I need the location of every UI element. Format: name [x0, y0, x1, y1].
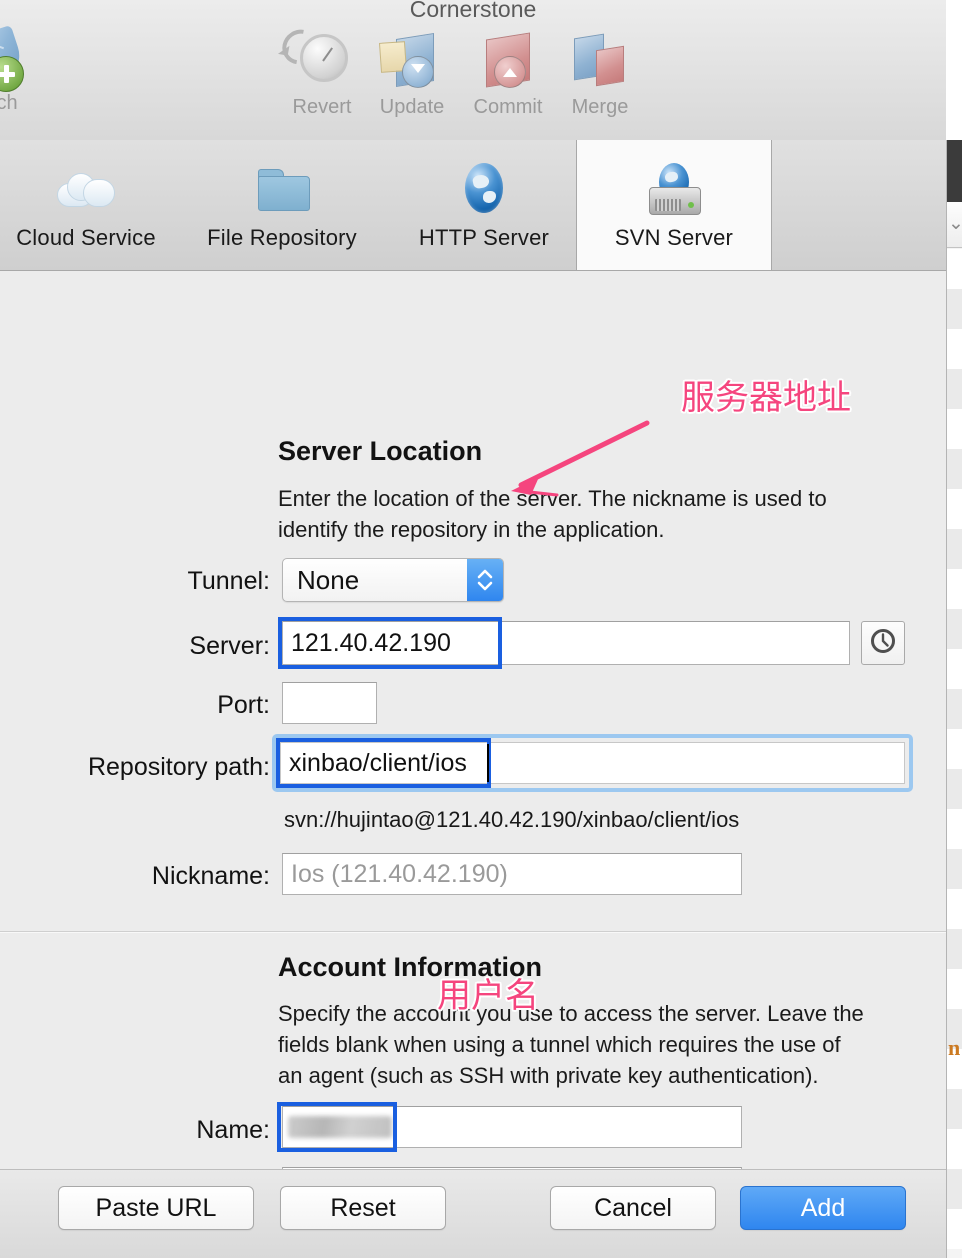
table-row — [947, 369, 962, 409]
cloud-icon — [49, 159, 123, 217]
table-row — [947, 449, 962, 489]
text-caret — [487, 744, 489, 782]
repository-type-tabbar: Cloud Service File Repository HTTP Serve… — [0, 140, 946, 271]
toolbar-item-update[interactable]: Update — [364, 30, 460, 119]
table-row — [947, 609, 962, 649]
table-row — [947, 929, 962, 969]
tab-label: File Repository — [207, 225, 357, 250]
revert-clock-icon — [274, 22, 370, 92]
sheet-footer: Paste URL Reset Cancel Add — [0, 1169, 946, 1258]
tab-label: HTTP Server — [418, 225, 550, 250]
table-row — [947, 729, 962, 769]
section-divider — [0, 931, 946, 933]
server-history-button[interactable] — [861, 621, 905, 665]
tunnel-label: Tunnel: — [187, 567, 270, 595]
repository-url-preview: svn://hujintao@121.40.42.190/xinbao/clie… — [284, 807, 740, 832]
toolbar-item-branch[interactable]: anch — [0, 24, 44, 115]
nickname-placeholder: Ios (121.40.42.190) — [291, 859, 508, 888]
table-row — [947, 809, 962, 849]
background-table-rows — [947, 249, 962, 1258]
name-label: Name: — [196, 1116, 270, 1144]
reset-button[interactable]: Reset — [280, 1186, 446, 1230]
toolbar-item-revert[interactable]: Revert — [274, 22, 370, 119]
table-row — [947, 769, 962, 809]
tunnel-value: None — [297, 564, 360, 595]
account-description-line2: fields blank when using a tunnel which r… — [278, 1032, 841, 1057]
toolbar-item-merge[interactable]: Merge — [552, 30, 648, 119]
background-window-titlebar — [947, 140, 962, 202]
server-location-heading: Server Location — [278, 436, 483, 466]
server-location-description-line1: Enter the location of the server. The ni… — [278, 486, 827, 511]
background-window: ⌄ n — [946, 140, 962, 1258]
toolbar-item-label: Revert — [292, 96, 352, 118]
tab-http-server[interactable]: HTTP Server — [392, 140, 576, 270]
table-row — [947, 1089, 962, 1129]
paste-url-button[interactable]: Paste URL — [58, 1186, 254, 1230]
server-location-description-line2: identify the repository in the applicati… — [278, 517, 665, 542]
nickname-label: Nickname: — [151, 862, 270, 890]
toolbar-item-label: Commit — [473, 96, 543, 118]
server-value: 121.40.42.190 — [291, 628, 451, 657]
repository-path-input[interactable]: xinbao/client/ios — [280, 742, 905, 784]
nickname-input[interactable]: Ios (121.40.42.190) — [282, 853, 742, 895]
table-row — [947, 1209, 962, 1249]
table-row — [947, 889, 962, 929]
app-toolbar: Cornerstone anch Revert — [0, 0, 946, 141]
table-row — [947, 849, 962, 889]
table-row — [947, 529, 962, 569]
table-row — [947, 689, 962, 729]
globe-icon — [447, 159, 521, 217]
add-button[interactable]: Add — [740, 1186, 906, 1230]
update-cube-icon — [364, 30, 460, 92]
port-input[interactable] — [282, 682, 377, 724]
toolbar-item-label: Update — [379, 96, 445, 118]
name-value-redacted — [288, 1116, 392, 1138]
folder-icon — [245, 159, 319, 217]
toolbar-item-commit[interactable]: Commit — [460, 30, 556, 119]
toolbar-item-label: Merge — [571, 96, 629, 118]
toolbar-item-label: anch — [0, 92, 18, 114]
background-row-text-fragment: n — [948, 1035, 961, 1060]
cancel-button[interactable]: Cancel — [550, 1186, 716, 1230]
port-label: Port: — [217, 691, 270, 719]
background-column-header[interactable]: ⌄ — [947, 202, 962, 248]
repository-path-value: xinbao/client/ios — [289, 748, 467, 777]
tab-file-repository[interactable]: File Repository — [176, 140, 388, 270]
table-row — [947, 289, 962, 329]
account-description-line1: Specify the account you use to access th… — [278, 1001, 864, 1026]
annotation-username: 用户名 — [437, 976, 539, 1016]
merge-cubes-icon — [552, 30, 648, 92]
annotation-server-address: 服务器地址 — [681, 378, 851, 418]
window-title: Cornerstone — [409, 0, 537, 22]
chevron-up-down-icon[interactable] — [467, 559, 503, 601]
tab-label: SVN Server — [614, 225, 734, 250]
server-label: Server: — [189, 632, 270, 660]
branch-icon — [0, 24, 44, 92]
table-row — [947, 329, 962, 369]
clock-history-icon — [869, 627, 897, 660]
tab-cloud-service[interactable]: Cloud Service — [0, 140, 172, 270]
add-repository-sheet: Cloud Service File Repository HTTP Serve… — [0, 140, 947, 1258]
tunnel-select[interactable]: None — [282, 558, 504, 602]
table-row — [947, 569, 962, 609]
table-row — [947, 649, 962, 689]
screen: ⌄ n — [0, 0, 962, 1258]
repository-path-label: Repository path: — [87, 753, 270, 781]
table-row — [947, 969, 962, 1009]
tab-svn-server[interactable]: SVN Server — [576, 140, 772, 270]
table-row — [947, 1169, 962, 1209]
commit-cube-icon — [460, 30, 556, 92]
disk-globe-icon — [637, 159, 711, 217]
server-input[interactable]: 121.40.42.190 — [282, 621, 850, 665]
table-row — [947, 1129, 962, 1169]
tab-label: Cloud Service — [16, 225, 156, 250]
table-row — [947, 489, 962, 529]
table-row — [947, 249, 962, 289]
account-description-line3: an agent (such as SSH with private key a… — [278, 1063, 819, 1088]
table-row — [947, 409, 962, 449]
